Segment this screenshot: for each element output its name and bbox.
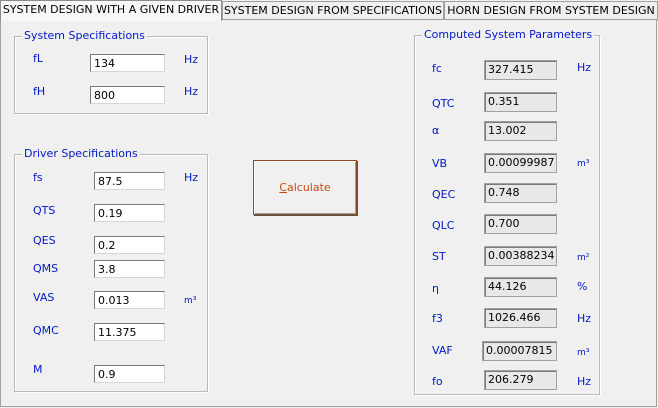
alpha-output: 13.002 [484, 121, 557, 141]
qec-output: 0.748 [484, 183, 557, 203]
vb-label: VB [432, 157, 448, 170]
qmc-input[interactable] [94, 323, 165, 341]
m-label: M [33, 363, 43, 376]
st-output: 0.00388234 [484, 246, 557, 266]
vb-unit: m³ [577, 159, 590, 169]
system-specifications-title: System Specifications [22, 29, 147, 43]
fs-label: fs [33, 171, 43, 184]
calculate-accelerator-key: C [279, 181, 287, 194]
qms-input[interactable] [94, 260, 165, 278]
fc-unit: Hz [577, 61, 592, 74]
eta-unit: % [577, 280, 588, 293]
eta-label: η [432, 282, 439, 295]
qmc-label: QMC [33, 324, 59, 337]
fl-unit: Hz [184, 53, 199, 66]
qms-label: QMS [33, 262, 59, 275]
vb-output: 0.00099987 [484, 153, 557, 173]
calculate-button[interactable]: Calculate [253, 160, 357, 215]
tab-horn-design-from-system-design[interactable]: HORN DESIGN FROM SYSTEM DESIGN [444, 1, 658, 19]
st-label: ST [432, 250, 446, 263]
fl-input[interactable] [90, 54, 165, 72]
m-input[interactable] [94, 365, 165, 383]
qtc-output: 0.351 [484, 92, 557, 112]
vas-input[interactable] [94, 291, 165, 309]
st-unit: m² [577, 253, 590, 263]
f3-label: f3 [432, 312, 443, 325]
vas-label: VAS [33, 291, 55, 304]
qlc-output: 0.700 [484, 214, 557, 234]
f3-unit: Hz [577, 312, 592, 325]
vaf-label: VAF [432, 344, 453, 357]
fc-output: 327.415 [484, 60, 557, 80]
qes-input[interactable] [94, 236, 165, 254]
qec-label: QEC [432, 188, 456, 201]
fs-input[interactable] [94, 172, 165, 190]
fh-unit: Hz [184, 85, 199, 98]
fo-label: fo [432, 375, 443, 388]
qtc-label: QTC [432, 97, 455, 110]
fh-label: fH [33, 85, 46, 98]
fo-output: 206.279 [484, 370, 557, 390]
eta-output: 44.126 [484, 277, 557, 297]
computed-system-parameters-title: Computed System Parameters [422, 28, 595, 42]
qes-label: QES [33, 234, 56, 247]
vaf-output: 0.00007815 [482, 341, 557, 361]
alpha-label: α [432, 124, 440, 137]
fs-unit: Hz [184, 171, 199, 184]
tab-system-design-given-driver[interactable]: SYSTEM DESIGN WITH A GIVEN DRIVER [0, 0, 222, 21]
fo-unit: Hz [577, 375, 592, 388]
qts-input[interactable] [94, 204, 165, 222]
vas-unit: m³ [184, 296, 197, 306]
tab-system-design-from-specifications[interactable]: SYSTEM DESIGN FROM SPECIFICATIONS [222, 1, 444, 19]
driver-specifications-title: Driver Specifications [22, 147, 140, 161]
fl-label: fL [33, 52, 44, 65]
calculate-label: alculate [286, 181, 331, 194]
vaf-unit: m³ [577, 348, 590, 358]
qts-label: QTS [33, 204, 56, 217]
fh-input[interactable] [90, 86, 165, 104]
tab-bar: SYSTEM DESIGN WITH A GIVEN DRIVER SYSTEM… [0, 0, 658, 21]
qlc-label: QLC [432, 219, 455, 232]
f3-output: 1026.466 [484, 308, 557, 328]
fc-label: fc [432, 62, 442, 75]
